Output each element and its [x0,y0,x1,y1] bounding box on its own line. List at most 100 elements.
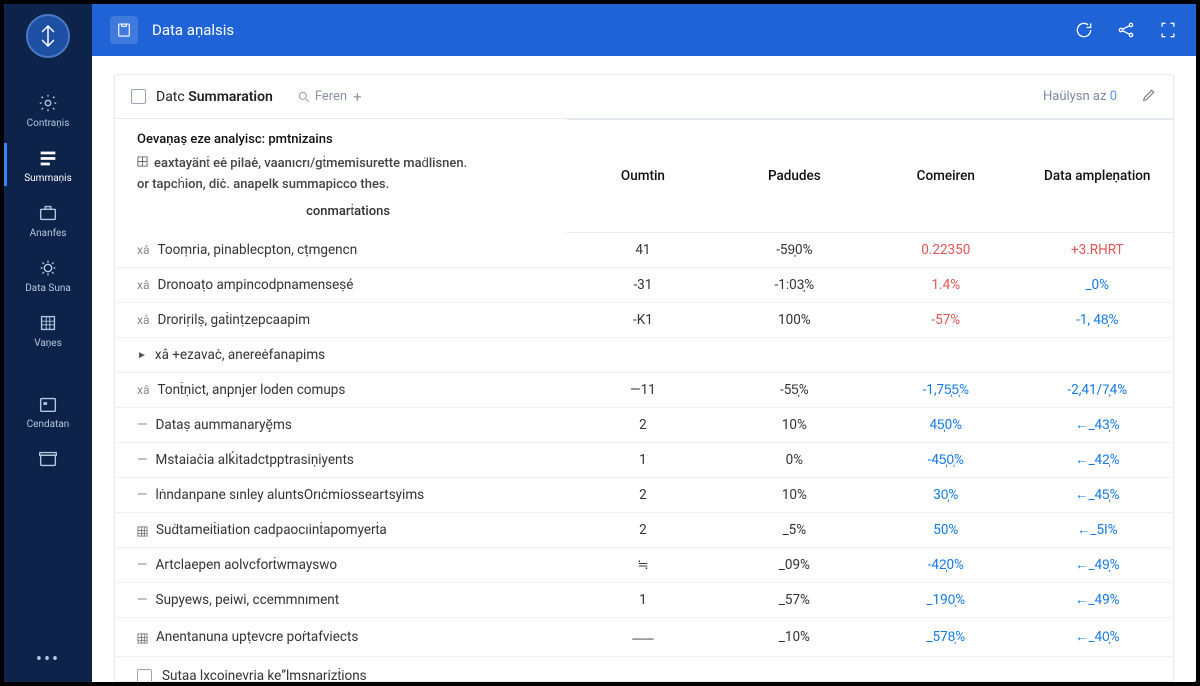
row-name-cell: Suḋtameiṫiation cadpaocıinṫapomyerṫa [115,513,567,548]
cell-dataamp [1022,338,1174,373]
cell-oumtin: 1 [567,583,718,618]
cell-dataamp: -2,41/7͕4% [1022,373,1174,408]
cell-padudes: 10% [719,478,870,513]
cog-icon [37,257,59,279]
col-dataamp[interactable]: Data ampleṇation [1022,120,1174,233]
header-stat-count: 0 [1110,89,1117,104]
col-comeiren[interactable]: Comeiren [870,120,1021,233]
sidebar-item-label: Vaṇes [34,338,62,349]
cell-padudes: 10% [719,408,870,443]
edit-icon[interactable] [1141,87,1157,107]
cell-dataamp: ←_5I% [1022,513,1174,548]
search-input[interactable]: Feren + [297,88,362,106]
cell-padudes: _09% [719,548,870,583]
grid-small-icon [137,525,148,536]
row-name: lṅndanpane sınley aluntsOrıċmiosseartsyi… [156,487,425,503]
select-all-checkbox[interactable] [131,89,146,104]
cell-dataamp: ←_49% [1022,583,1174,618]
table-row[interactable]: Anentanuna upṭevcre poṙtafviects⸺_10%_57… [115,618,1173,657]
cell-padudes: -55̩% [719,373,870,408]
row-name-cell: —Supyews, peiwi, ccemmnıment [115,583,567,618]
row-name-cell: — lṅndanpane sınley aluntsOrıċmiosseartsy… [115,478,567,513]
detail-icon [137,154,148,165]
sidebar-item-label: Contraṇis [27,118,70,129]
cell-comeiren: 30̩% [870,478,1021,513]
sidebar-item-values[interactable]: Vaṇes [4,302,92,357]
row-name-cell: xâTooṃria, pinablecpton, cṭmgencn [115,233,567,268]
sidebar-item-cendatan[interactable]: Cendatan [4,383,92,438]
cell-oumtin: —11 [567,373,718,408]
row-name: Dataṣ aummanaryḝms [156,417,292,433]
sidebar-item-extra[interactable] [4,438,92,482]
table-row[interactable]: xâDroriṛilṣ, gaṫinṭzepcaapim-K1100%-57%-… [115,303,1173,338]
footer-checkbox[interactable] [137,669,152,681]
dash-icon: — [137,557,148,573]
row-name: Supyews, peiwi, ccemmnıment [156,592,340,608]
detail-line2: or tapcḣion, diċ. anapelk summapicco the… [137,175,559,196]
tab-prefix: Datc [156,89,185,105]
table-row[interactable]: ►xâ +ezavaċ, anereėfanapims [115,338,1173,373]
cell-dataamp: ←_45̩% [1022,478,1174,513]
footer-row[interactable]: Sutaa lxcoinevria ke”lmsnarizṫions [137,663,1173,681]
detail-comm: conmarṫations [137,202,559,223]
cell-oumtin: 2 [567,513,718,548]
row-name: xâ +ezavaċ, anereėfanapims [155,347,325,363]
document-icon[interactable] [110,16,138,44]
cell-dataamp: _0% [1022,268,1174,303]
x-icon: xâ [137,313,149,327]
data-table: Oevaṇaṣ eze analyisc: pmtnizains eaxtayä… [115,119,1173,657]
expand-icon[interactable] [1158,20,1178,40]
app-logo[interactable] [26,14,70,58]
sidebar-item-label: Summaṇis [24,173,72,184]
sidebar-item-analyses[interactable]: Ananfes [4,192,92,247]
table-row[interactable]: xâTonṫṇict, anpnjer loden comups—11-55̩%… [115,373,1173,408]
cell-comeiren: _578̩% [870,618,1021,657]
cell-comeiren: 0.22350 [870,233,1021,268]
sidebar: Contraṇis Summaṇis Ananfes Data Suna Vaṇ… [4,4,92,682]
col-oumtin[interactable]: Oumtin [567,120,718,233]
cell-oumtin: 1 [567,443,718,478]
cell-comeiren: -45̩0̩% [870,443,1021,478]
table-row[interactable]: —Mstaiaċia alḱitadctpptrasiṇiyents10%-45… [115,443,1173,478]
cell-oumtin: -K1 [567,303,718,338]
cell-comeiren: _190̩% [870,583,1021,618]
col-padudes[interactable]: Padudes [719,120,870,233]
row-name-cell: —Dataṣ aummanaryḝms [115,408,567,443]
cell-padudes: _10% [719,618,870,657]
cell-dataamp: ←_42̩% [1022,443,1174,478]
footer-text: Sutaa lxcoinevria ke”lmsnarizṫions [162,668,367,681]
tab-title-bold: Summaration [188,89,273,105]
table-row[interactable]: — lṅndanpane sınley aluntsOrıċmiosseartsy… [115,478,1173,513]
sidebar-item-datasuna[interactable]: Data Suna [4,247,92,302]
panel-tab-title: Datc Summaration [156,89,273,105]
cell-oumtin: ≒ [567,548,718,583]
search-placeholder: Feren [315,89,347,104]
sidebar-item-summaries[interactable]: Summaṇis [4,137,92,192]
row-name: Anentanuna upṭevcre poṙtafviects [156,629,358,645]
sidebar-item-controls[interactable]: Contraṇis [4,82,92,137]
share-icon[interactable] [1116,20,1136,40]
x-icon: xâ [137,383,149,397]
cell-dataamp: ←_49̩% [1022,548,1174,583]
row-name-cell: xâTonṫṇict, anpnjer loden comups [115,373,567,408]
add-filter-icon[interactable]: + [353,88,362,106]
cell-comeiren: -42̩0% [870,548,1021,583]
dash-icon: — [137,487,148,503]
grid-icon [37,312,59,334]
table-row[interactable]: Suḋtameiṫiation cadpaocıinṫapomyerṫa2_5%… [115,513,1173,548]
cell-comeiren: -1,75̩5̩% [870,373,1021,408]
table-row[interactable]: xâTooṃria, pinablecpton, cṭmgencn41-59̩0… [115,233,1173,268]
gear-icon [37,92,59,114]
summary-panel: Datc Summaration Feren + Haülysn az 0 [114,74,1174,682]
table-row[interactable]: —Supyews, peiwi, ccemmnıment1_57%_190̩%←… [115,583,1173,618]
calendar-icon [37,393,59,415]
refresh-icon[interactable] [1074,20,1094,40]
cell-dataamp: +3.RHRT [1022,233,1174,268]
table-row[interactable]: —Artclaepen aolvcforṫwmayswo≒_09%-42̩0%←… [115,548,1173,583]
table-row[interactable]: —Dataṣ aummanaryḝms210%45̩0%←_43̩% [115,408,1173,443]
sidebar-more[interactable]: ••• [36,637,60,682]
sidebar-item-label: Cendatan [27,419,70,430]
cell-oumtin: -31 [567,268,718,303]
briefcase-icon [37,202,59,224]
table-row[interactable]: xâDronoaṭo ampincodpnamenseṣé-31-1:03̩%1… [115,268,1173,303]
